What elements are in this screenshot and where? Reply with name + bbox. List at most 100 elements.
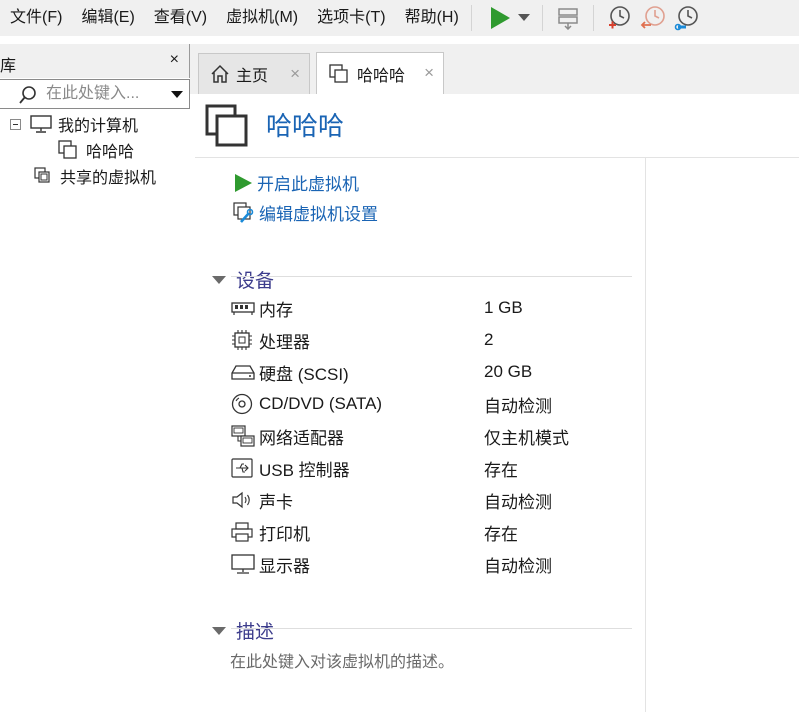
close-icon[interactable]: × — [290, 64, 300, 84]
snapshot-manager-button[interactable] — [672, 0, 702, 36]
device-name: 打印机 — [259, 524, 310, 544]
device-row-network-adapter[interactable]: 网络适配器 仅主机模式 — [231, 421, 651, 451]
device-value: 存在 — [484, 524, 518, 544]
toolbar-separator — [592, 5, 594, 31]
tab-label: 主页 — [236, 68, 269, 85]
sound-card-icon — [232, 491, 250, 509]
menu-tabs[interactable]: 选项卡(T) — [307, 0, 385, 36]
power-dropdown-button[interactable] — [514, 0, 534, 36]
toolbar-separator — [470, 5, 472, 31]
hard-disk-icon — [231, 365, 255, 380]
library-panel: 库 × 我的计算机 哈哈哈 共享的虚拟机 — [0, 44, 190, 712]
vm-icon — [58, 140, 77, 159]
memory-icon — [231, 302, 255, 315]
library-search — [0, 79, 190, 109]
device-name: CD/DVD (SATA) — [259, 394, 383, 413]
vm-icon — [329, 64, 348, 83]
device-row-memory[interactable]: 内存 1 GB — [231, 293, 651, 323]
dropdown-arrow-icon — [517, 14, 530, 21]
section-title: 设备 — [236, 271, 275, 292]
library-search-input[interactable] — [46, 84, 156, 104]
toolbar-separator — [541, 5, 543, 31]
device-value: 20 GB — [484, 362, 533, 381]
display-icon — [231, 554, 255, 574]
description-section-header[interactable]: 描述 — [212, 617, 274, 644]
tree-item-vm[interactable]: 哈哈哈 — [58, 138, 134, 162]
tab-vm[interactable]: 哈哈哈 × — [316, 52, 444, 95]
take-snapshot-button[interactable] — [604, 0, 634, 36]
device-value: 2 — [484, 330, 494, 349]
snapshot-icon — [608, 6, 630, 29]
network-adapter-icon — [231, 425, 255, 447]
device-name: 显示器 — [259, 556, 310, 576]
tab-label: 哈哈哈 — [357, 68, 406, 85]
device-value: 仅主机模式 — [484, 428, 569, 448]
library-title: 库 — [0, 58, 17, 75]
tree-item-label: 哈哈哈 — [86, 144, 135, 161]
device-row-usb[interactable]: USB 控制器 存在 — [231, 453, 651, 483]
menu-view[interactable]: 查看(V) — [144, 0, 207, 36]
device-name: 声卡 — [259, 492, 293, 512]
menubar: 文件(F) 编辑(E) 查看(V) 虚拟机(M) 选项卡(T) 帮助(H) — [0, 0, 799, 36]
library-tree: 我的计算机 哈哈哈 共享的虚拟机 — [0, 78, 190, 712]
vm-header: 哈哈哈 — [195, 94, 799, 158]
send-ctrl-alt-del-button[interactable] — [553, 0, 583, 36]
computer-icon — [30, 115, 52, 133]
action-label: 开启此虚拟机 — [257, 175, 359, 194]
section-divider — [231, 628, 632, 629]
devices-section-header[interactable]: 设备 — [212, 266, 274, 293]
printer-icon — [231, 522, 253, 542]
edit-settings-icon — [233, 201, 254, 223]
edit-settings-link[interactable]: 编辑虚拟机设置 — [233, 200, 378, 225]
menu-vm[interactable]: 虚拟机(M) — [216, 0, 298, 36]
section-title: 描述 — [236, 622, 275, 643]
section-divider — [231, 276, 632, 277]
close-icon[interactable]: × — [424, 63, 434, 83]
menu-edit[interactable]: 编辑(E) — [71, 0, 134, 36]
device-name: 网络适配器 — [259, 428, 344, 448]
play-icon — [490, 7, 510, 29]
chevron-down-icon[interactable] — [212, 626, 226, 635]
close-icon[interactable]: × — [170, 51, 179, 69]
device-name: 硬盘 (SCSI) — [259, 364, 349, 384]
device-row-printer[interactable]: 打印机 存在 — [231, 517, 651, 547]
tree-item-label: 我的计算机 — [58, 118, 139, 135]
device-name: 内存 — [259, 300, 293, 320]
device-row-hard-disk[interactable]: 硬盘 (SCSI) 20 GB — [231, 357, 651, 387]
menu-help[interactable]: 帮助(H) — [395, 0, 459, 36]
tree-item-shared-vms[interactable]: 共享的虚拟机 — [34, 164, 156, 188]
processor-icon — [232, 330, 252, 350]
device-row-processor[interactable]: 处理器 2 — [231, 325, 651, 355]
tab-strip: 主页 × 哈哈哈 × — [190, 44, 799, 95]
menu-file[interactable]: 文件(F) — [0, 0, 62, 36]
device-row-cd-dvd[interactable]: CD/DVD (SATA) 自动检测 — [231, 389, 651, 419]
cd-dvd-icon — [231, 393, 253, 415]
device-name: 处理器 — [259, 332, 310, 352]
revert-snapshot-button[interactable] — [634, 0, 672, 36]
tree-item-label: 共享的虚拟机 — [60, 170, 157, 187]
usb-icon — [231, 458, 253, 478]
device-value: 自动检测 — [484, 492, 552, 512]
device-name: USB 控制器 — [259, 460, 350, 480]
device-value: 1 GB — [484, 298, 523, 317]
library-header: 库 × — [0, 44, 189, 78]
chevron-down-icon[interactable] — [171, 91, 183, 98]
vm-summary-page: 哈哈哈 开启此虚拟机 编辑虚拟机设置 设备 内存 1 GB 处理器 2 硬盘 (… — [195, 94, 799, 712]
device-value: 自动检测 — [484, 556, 552, 576]
collapse-icon[interactable] — [10, 118, 21, 130]
action-label: 编辑虚拟机设置 — [259, 205, 378, 224]
power-on-link[interactable]: 开启此虚拟机 — [233, 170, 359, 195]
send-keys-icon — [558, 8, 578, 30]
chevron-down-icon[interactable] — [212, 275, 226, 284]
device-value: 存在 — [484, 460, 518, 480]
shared-vms-icon — [34, 167, 50, 183]
device-row-display[interactable]: 显示器 自动检测 — [231, 549, 651, 579]
page-title: 哈哈哈 — [266, 111, 345, 141]
tree-item-my-computer[interactable]: 我的计算机 — [10, 112, 138, 136]
device-value: 自动检测 — [484, 396, 552, 416]
description-field[interactable]: 在此处键入对该虚拟机的描述。 — [230, 648, 454, 672]
tab-home[interactable]: 主页 × — [198, 53, 310, 94]
device-row-sound-card[interactable]: 声卡 自动检测 — [231, 485, 651, 515]
power-on-button[interactable] — [486, 0, 514, 36]
play-icon — [235, 173, 252, 192]
